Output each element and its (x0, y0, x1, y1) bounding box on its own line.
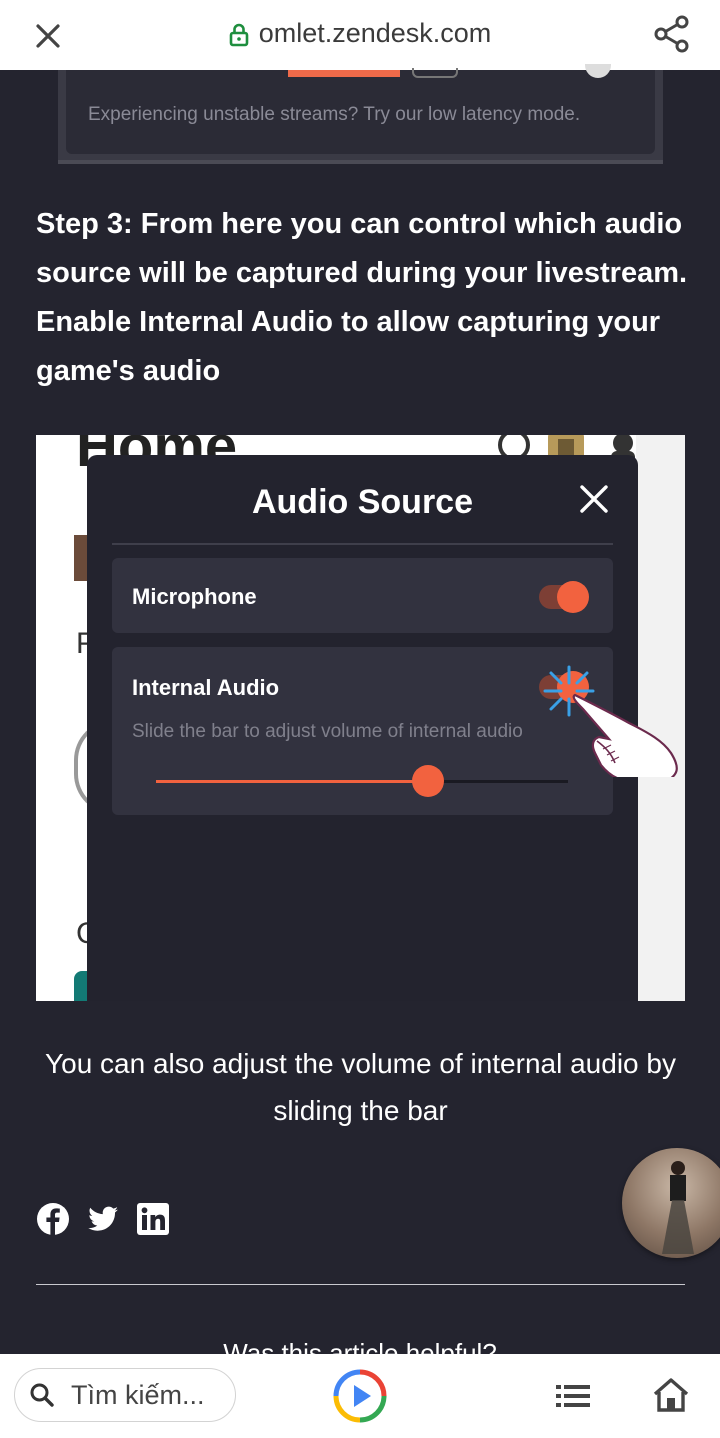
google-play-icon[interactable] (332, 1368, 388, 1424)
list-icon[interactable] (556, 1384, 590, 1408)
article-caption: You can also adjust the volume of intern… (45, 1048, 676, 1126)
card-inner: Experiencing unstable streams? Try our l… (66, 64, 655, 154)
search-placeholder: Tìm kiếm... (71, 1380, 205, 1410)
low-latency-toggle[interactable] (585, 64, 611, 78)
low-latency-card: Experiencing unstable streams? Try our l… (58, 64, 663, 164)
person-figure (662, 1161, 694, 1254)
share-icon[interactable] (652, 14, 692, 54)
volume-slider-fill (156, 780, 428, 783)
twitter-icon[interactable] (86, 1202, 120, 1236)
dialog-title: Audio Source (251, 483, 474, 521)
low-latency-description: Experiencing unstable streams? Try our l… (88, 104, 581, 125)
section-divider (36, 1284, 685, 1285)
home-icon[interactable] (652, 1376, 690, 1414)
internal-audio-hint: Slide the bar to adjust volume of intern… (132, 721, 523, 742)
facebook-icon[interactable] (36, 1202, 70, 1236)
internal-audio-label: Internal Audio (132, 675, 280, 700)
volume-slider-thumb[interactable] (411, 765, 444, 797)
step-3-text: Step 3: From here you can control which … (36, 208, 688, 387)
microphone-row: Microphone (112, 558, 613, 633)
audio-source-screenshot: Home F C Audio Source Microphone Interna… (36, 435, 685, 1001)
microphone-toggle[interactable] (539, 581, 589, 613)
volume-slider[interactable] (156, 765, 568, 797)
toggle-knob (557, 581, 589, 613)
tap-hand-icon (543, 665, 678, 777)
close-icon[interactable] (580, 485, 608, 513)
bg-teal-tab (74, 971, 88, 1001)
beta-pill (412, 68, 458, 78)
dialog-divider (112, 543, 613, 545)
new-badge (288, 70, 400, 77)
browser-top-bar: omlet.zendesk.com (0, 0, 720, 70)
microphone-label: Microphone (132, 584, 257, 609)
url-bar[interactable]: omlet.zendesk.com (0, 18, 720, 49)
linkedin-icon[interactable] (136, 1202, 170, 1236)
floating-chat-avatar[interactable] (622, 1148, 720, 1258)
search-icon (30, 1383, 54, 1407)
lock-icon (229, 23, 248, 47)
url-text: omlet.zendesk.com (258, 18, 492, 48)
browser-bottom-bar: Tìm kiếm... (0, 1354, 720, 1438)
search-field[interactable]: Tìm kiếm... (14, 1368, 236, 1422)
